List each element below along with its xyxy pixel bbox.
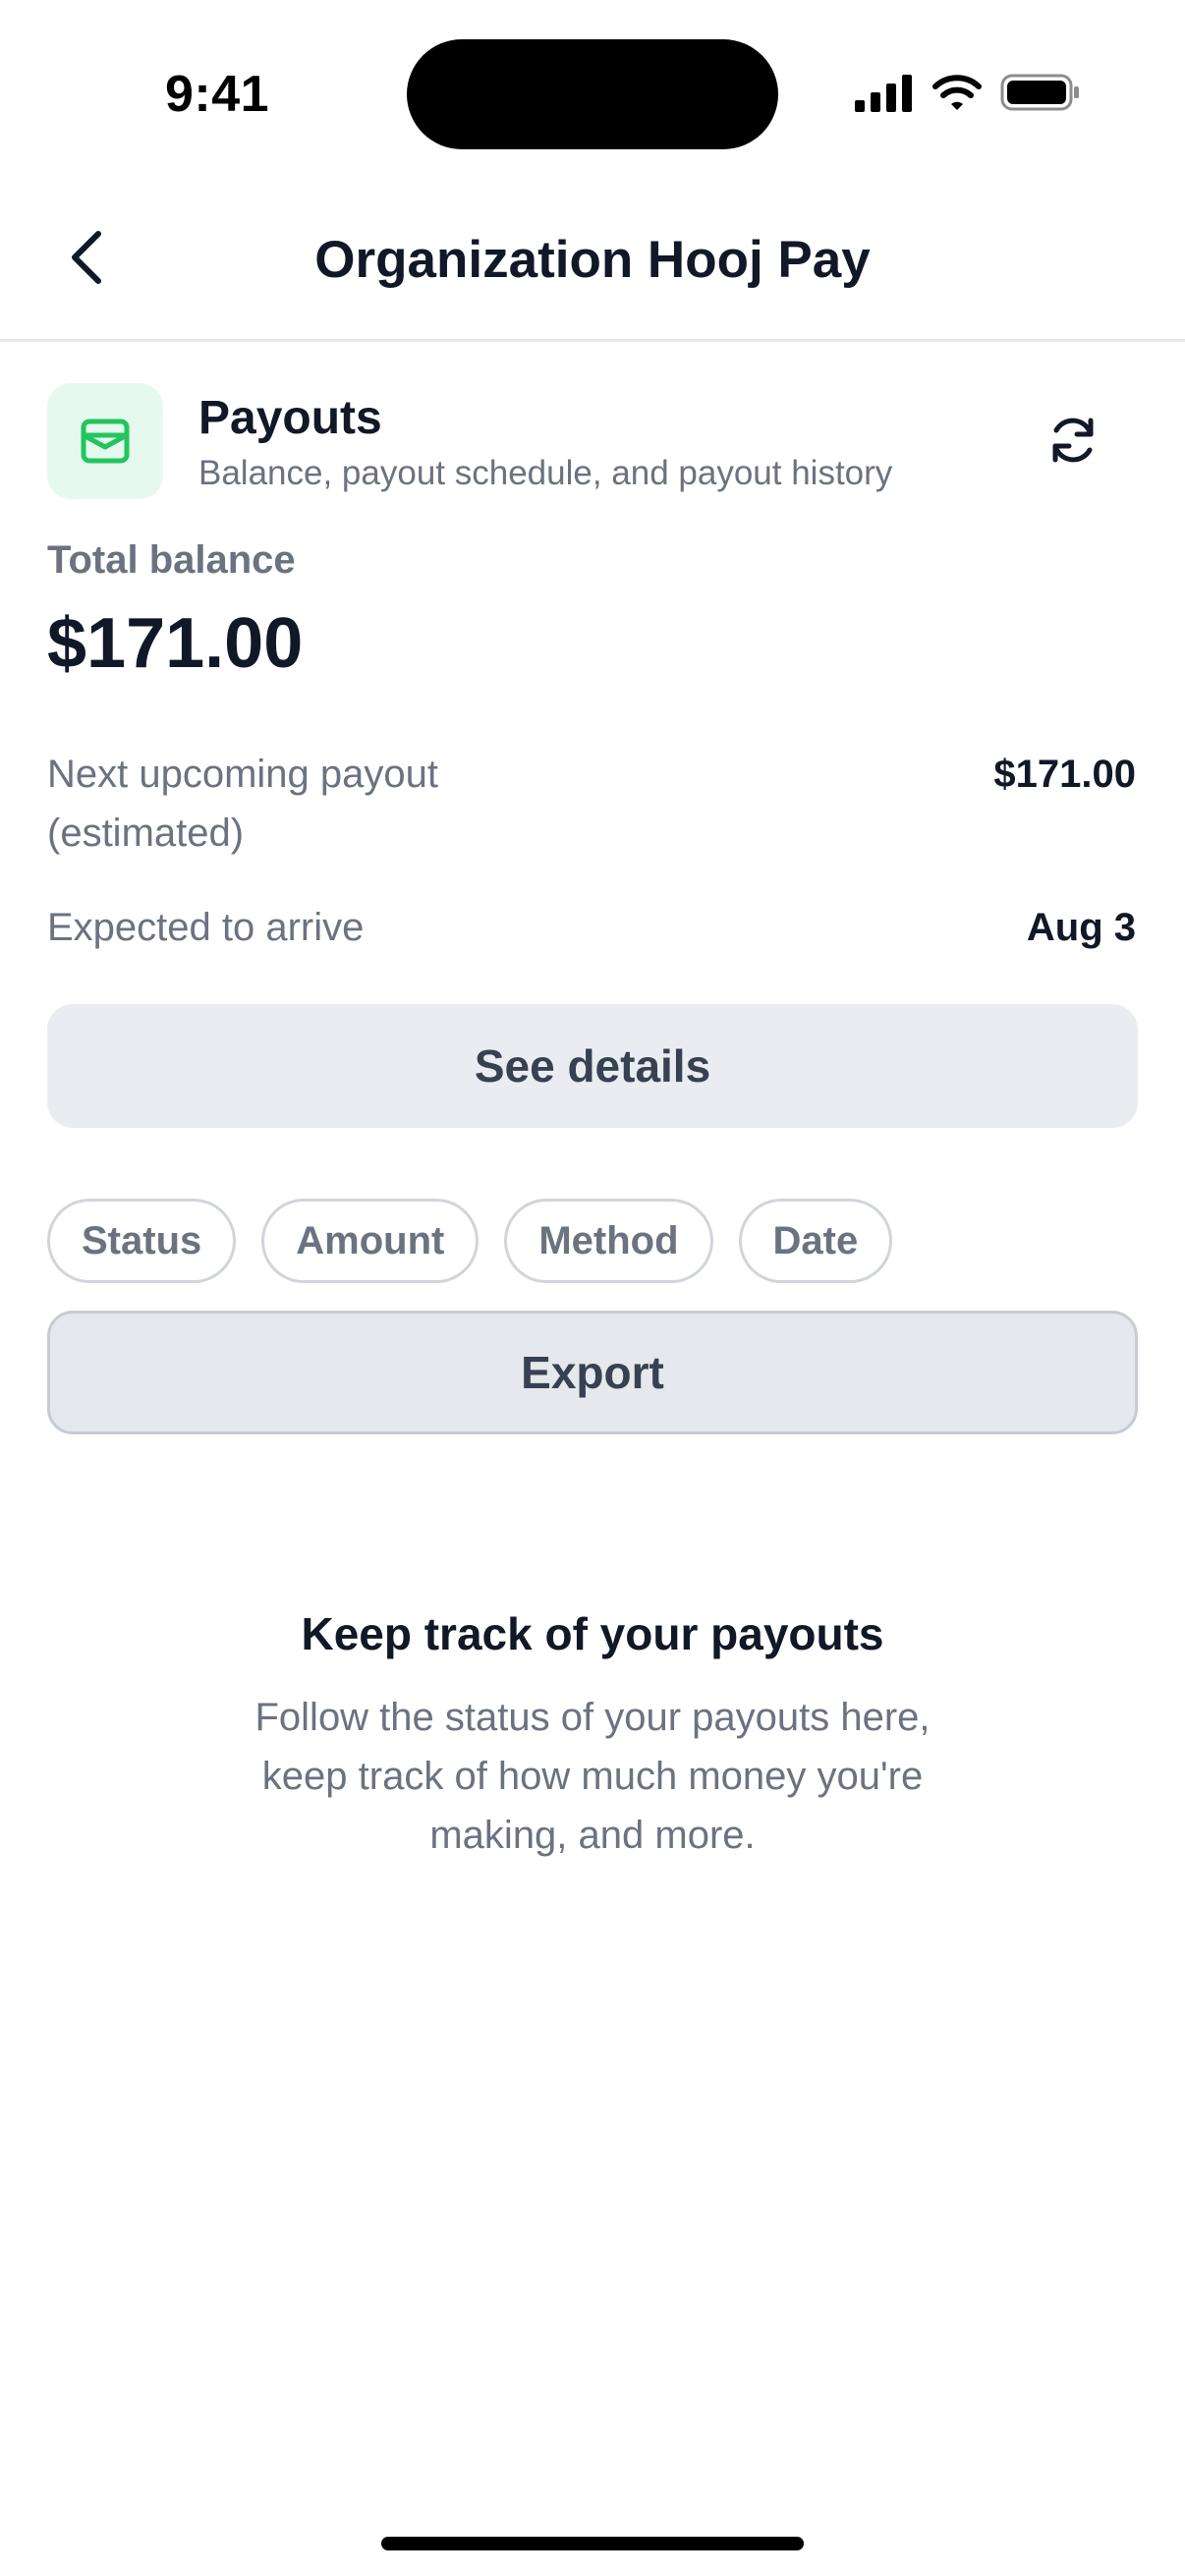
next-payout-label-line1: Next upcoming payout: [47, 753, 439, 796]
empty-state-text: Follow the status of your payouts here, …: [199, 1688, 986, 1865]
wifi-icon: [931, 73, 983, 117]
dynamic-island: [407, 39, 778, 149]
refresh-button[interactable]: [1038, 405, 1108, 476]
payouts-subtitle: Balance, payout schedule, and payout his…: [198, 454, 893, 492]
expected-arrival-label: Expected to arrive: [47, 906, 365, 949]
export-button[interactable]: Export: [47, 1311, 1138, 1434]
expected-arrival-value: Aug 3: [1026, 906, 1136, 949]
wallet-icon-container: [47, 383, 163, 499]
cellular-signal-icon: [855, 73, 914, 117]
empty-state-title: Keep track of your payouts: [301, 1608, 884, 1659]
empty-state-text-line3: making, and more.: [429, 1814, 756, 1857]
total-balance-value: $171.00: [47, 604, 304, 683]
status-icons: [855, 73, 1081, 117]
page-title: Organization Hooj Pay: [314, 231, 871, 289]
total-balance-label: Total balance: [47, 538, 296, 582]
payouts-header: Payouts Balance, payout schedule, and pa…: [47, 383, 1138, 499]
chevron-left-icon: [72, 231, 101, 284]
status-time: 9:41: [165, 66, 270, 123]
empty-state-text-line1: Follow the status of your payouts here,: [254, 1696, 931, 1739]
empty-state-text-line2: keep track of how much money you're: [261, 1755, 924, 1798]
filter-chip-amount[interactable]: Amount: [261, 1199, 480, 1283]
filter-chip-method[interactable]: Method: [504, 1199, 713, 1283]
see-details-button[interactable]: See details: [47, 1004, 1138, 1128]
back-button[interactable]: [51, 222, 122, 293]
navigation-bar: Organization Hooj Pay: [0, 187, 1185, 342]
status-bar: 9:41: [0, 0, 1185, 187]
payouts-title: Payouts: [198, 392, 382, 444]
filter-chip-date[interactable]: Date: [738, 1199, 893, 1283]
refresh-icon: [1052, 418, 1094, 463]
battery-icon: [1000, 73, 1081, 117]
filter-chip-status[interactable]: Status: [47, 1199, 237, 1283]
next-payout-label-line2: (estimated): [47, 812, 245, 855]
home-indicator[interactable]: [381, 2537, 804, 2550]
next-payout-value: $171.00: [993, 753, 1136, 796]
wallet-icon: [81, 419, 130, 464]
next-payout-label: Next upcoming payout (estimated): [47, 745, 438, 863]
filter-chips: Status Amount Method Date: [47, 1199, 893, 1283]
